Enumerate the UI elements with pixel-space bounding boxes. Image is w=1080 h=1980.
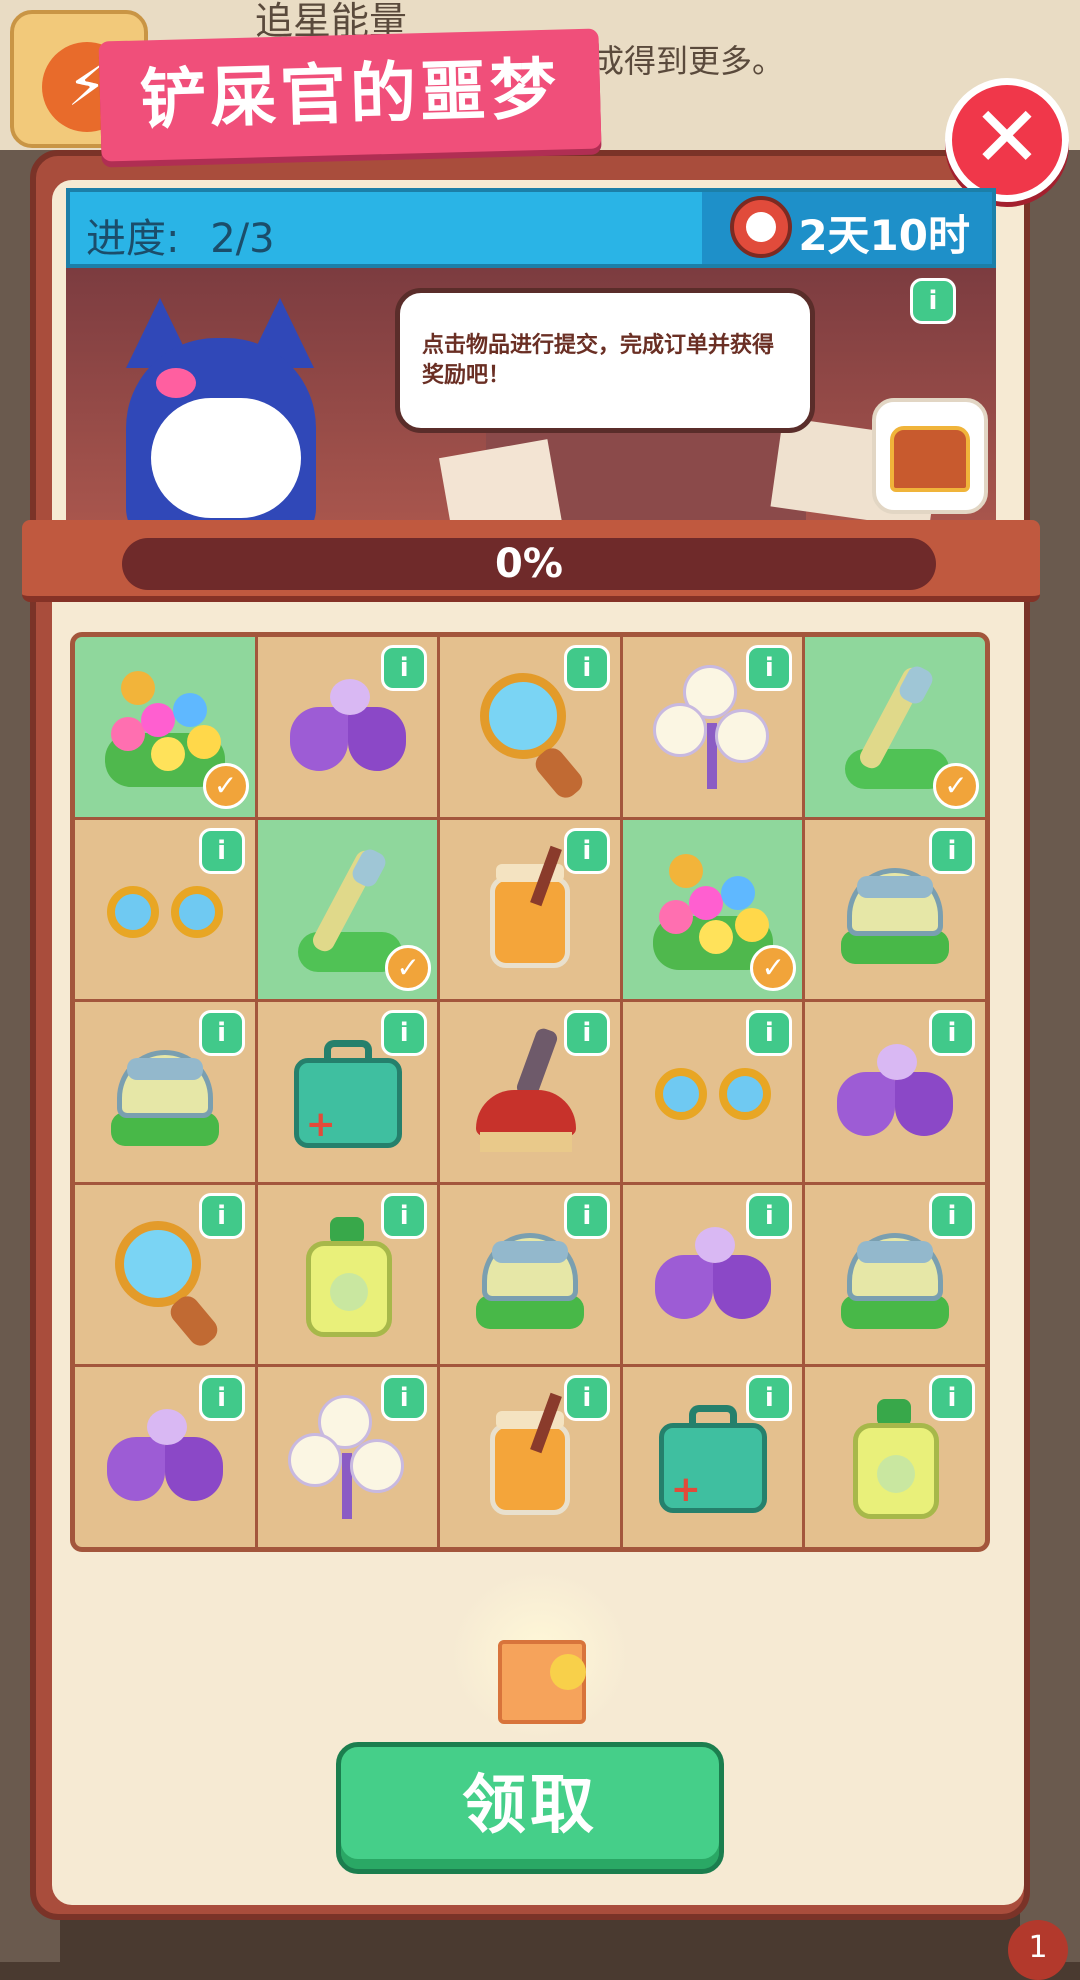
- info-icon[interactable]: i: [198, 1192, 245, 1239]
- grid-cell[interactable]: + i: [257, 1002, 438, 1182]
- grid-cell[interactable]: ✓: [622, 819, 803, 1000]
- progress-header: 进度: 2/3 2天10时: [66, 188, 996, 268]
- info-icon[interactable]: i: [198, 1375, 245, 1422]
- grid-cell[interactable]: i: [440, 819, 620, 1000]
- grid-cell[interactable]: i: [440, 1367, 620, 1547]
- speech-bubble: 点击物品进行提交，完成订单并获得奖励吧！: [395, 288, 815, 433]
- grid-cell[interactable]: i: [805, 819, 985, 1000]
- info-icon[interactable]: i: [563, 827, 610, 874]
- progress-label: 进度:: [86, 216, 180, 262]
- info-icon[interactable]: i: [198, 1010, 245, 1057]
- order-item-grid: ✓ i i i ✓ i ✓ i ✓ i i + i i i i i i i i i i i i + i i: [70, 632, 990, 1552]
- grid-cell[interactable]: i: [805, 1184, 985, 1365]
- event-timer: 2天10时: [798, 211, 970, 260]
- reward-chest-button[interactable]: [872, 398, 988, 514]
- grid-cell[interactable]: i: [75, 1184, 255, 1365]
- info-icon[interactable]: i: [381, 645, 428, 691]
- grid-cell[interactable]: ✓: [257, 819, 438, 1000]
- grid-cell[interactable]: i: [257, 1367, 438, 1547]
- reward-gift: [440, 1570, 640, 1740]
- cat-face: [151, 398, 301, 518]
- scene-paper: [439, 439, 563, 526]
- grid-cell[interactable]: i: [440, 1002, 620, 1182]
- check-icon: ✓: [933, 762, 979, 809]
- progress-text: 进度: 2/3: [86, 206, 275, 264]
- progress-value: 2/3: [210, 216, 275, 262]
- info-icon[interactable]: i: [746, 1192, 793, 1239]
- grid-cell[interactable]: i: [622, 637, 803, 817]
- completion-progress-bar: 0%: [122, 538, 936, 590]
- info-icon[interactable]: i: [910, 278, 956, 324]
- grid-cell[interactable]: i: [75, 819, 255, 1000]
- treasure-chest-icon: [890, 426, 970, 492]
- info-icon[interactable]: i: [929, 1375, 975, 1422]
- grid-cell[interactable]: i: [622, 1002, 803, 1182]
- event-title: 铲屎官的噩梦: [98, 28, 602, 162]
- grid-cell[interactable]: ✓: [805, 637, 985, 817]
- grid-cell[interactable]: + i: [622, 1367, 803, 1547]
- info-icon[interactable]: i: [746, 1010, 793, 1057]
- cat-character: [106, 288, 336, 526]
- grid-cell[interactable]: ✓: [75, 637, 255, 817]
- claim-button[interactable]: 领取: [336, 1742, 724, 1874]
- gift-bow: [550, 1654, 586, 1690]
- info-icon[interactable]: i: [929, 1010, 975, 1057]
- corner-badge: 1: [1008, 1920, 1068, 1980]
- check-icon: ✓: [750, 945, 797, 992]
- grid-cell[interactable]: i: [622, 1184, 803, 1365]
- grid-cell[interactable]: i: [257, 637, 438, 817]
- grid-cell[interactable]: i: [805, 1367, 985, 1547]
- info-icon[interactable]: i: [198, 827, 245, 874]
- info-icon[interactable]: i: [746, 645, 793, 691]
- grid-cell[interactable]: i: [257, 1184, 438, 1365]
- info-icon[interactable]: i: [563, 645, 610, 691]
- info-icon[interactable]: i: [746, 1375, 793, 1422]
- check-icon: ✓: [202, 762, 249, 809]
- grid-cell[interactable]: i: [75, 1367, 255, 1547]
- info-icon[interactable]: i: [381, 1375, 428, 1422]
- cat-spot: [156, 368, 196, 398]
- grid-cell[interactable]: i: [75, 1002, 255, 1182]
- close-button[interactable]: ✕: [945, 78, 1069, 202]
- info-icon[interactable]: i: [563, 1010, 610, 1057]
- info-icon[interactable]: i: [381, 1010, 428, 1057]
- info-icon[interactable]: i: [563, 1192, 610, 1239]
- info-icon[interactable]: i: [929, 1192, 975, 1239]
- info-icon[interactable]: i: [563, 1375, 610, 1422]
- info-icon[interactable]: i: [381, 1192, 428, 1239]
- check-icon: ✓: [385, 945, 432, 992]
- grid-cell[interactable]: i: [440, 1184, 620, 1365]
- grid-cell[interactable]: i: [805, 1002, 985, 1182]
- clock-icon: [730, 196, 792, 258]
- grid-cell[interactable]: i: [440, 637, 620, 817]
- info-icon[interactable]: i: [929, 827, 975, 874]
